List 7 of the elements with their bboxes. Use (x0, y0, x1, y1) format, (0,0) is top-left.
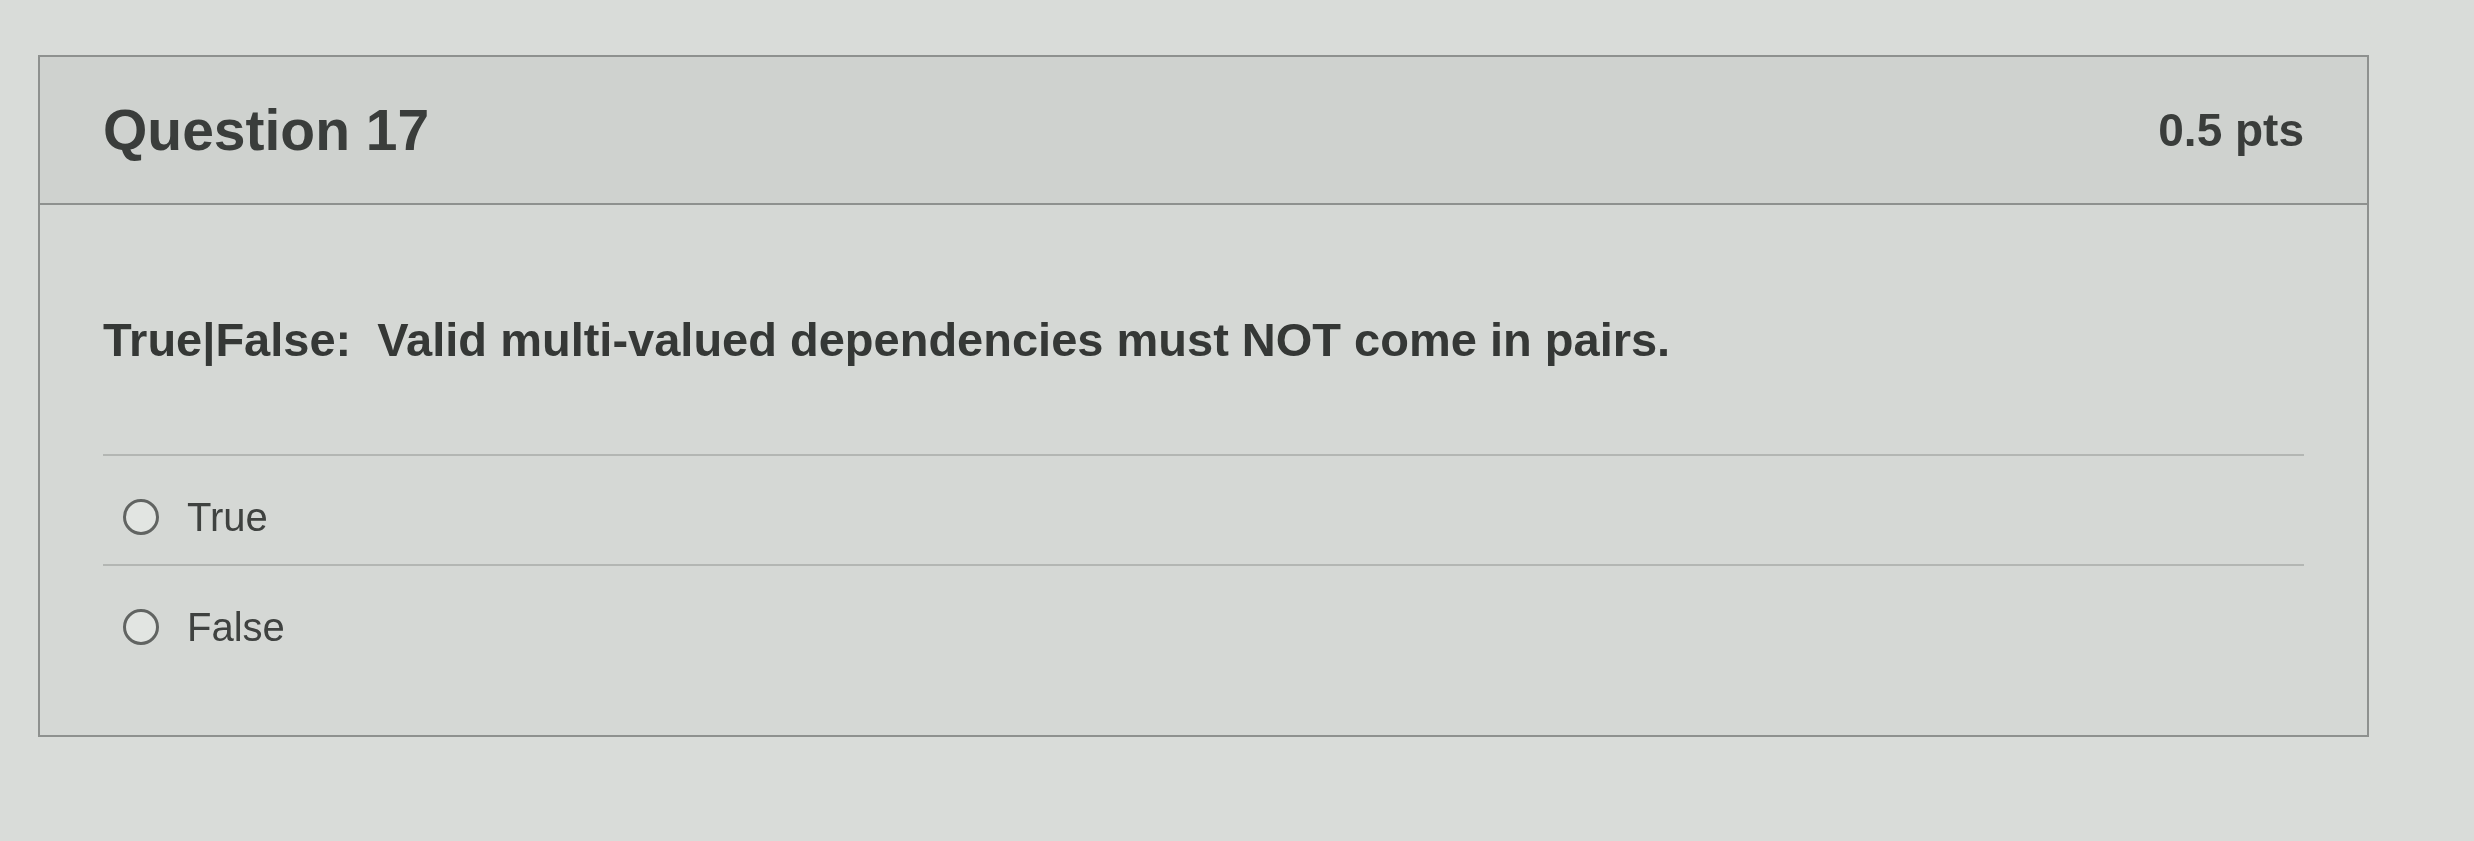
question-title: Question 17 (103, 97, 430, 163)
answer-label[interactable]: True (187, 494, 268, 540)
radio-button[interactable] (123, 609, 159, 645)
points-value: 0.5 pts (2158, 103, 2304, 157)
question-text: True|False: Valid multi-valued dependencies must NOT come in pairs. (103, 313, 1672, 367)
radio-button[interactable] (123, 499, 159, 535)
answer-label[interactable]: False (187, 604, 285, 650)
